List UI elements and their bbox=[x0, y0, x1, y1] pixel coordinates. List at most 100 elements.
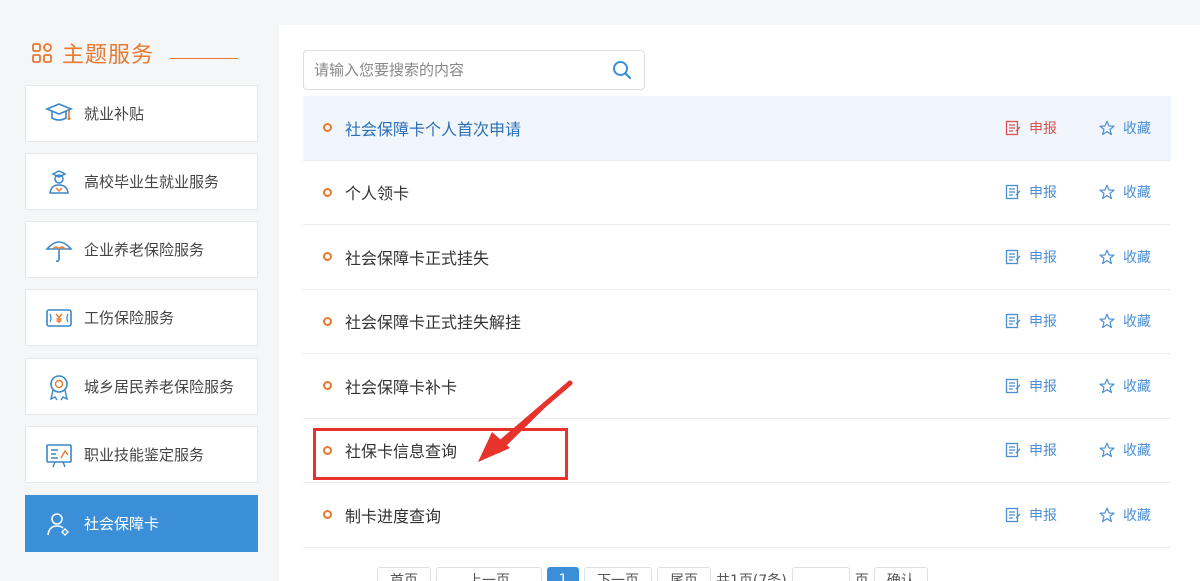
favorite-button[interactable]: 收藏 bbox=[1099, 376, 1151, 396]
favorite-button[interactable]: 收藏 bbox=[1099, 118, 1151, 138]
list-item: 社会保障卡个人首次申请 申报 收藏 bbox=[303, 96, 1171, 161]
sidebar-title-text: 主题服务 bbox=[62, 43, 155, 68]
graduate-person-icon bbox=[44, 167, 74, 197]
list-item: 社会保障卡正式挂失 申报 收藏 bbox=[303, 225, 1171, 290]
sidebar-item-label: 职业技能鉴定服务 bbox=[84, 446, 205, 464]
sidebar-item-label: 就业补贴 bbox=[84, 105, 145, 123]
star-icon bbox=[1099, 249, 1115, 264]
star-icon bbox=[1099, 120, 1115, 135]
report-button[interactable]: 申报 bbox=[1005, 440, 1057, 460]
sidebar-item-employment-subsidy[interactable]: 就业补贴 bbox=[25, 85, 258, 142]
goto-page-input[interactable] bbox=[791, 567, 850, 581]
list-item: 社会保障卡正式挂失解挂 申报 收藏 bbox=[303, 290, 1171, 354]
form-icon bbox=[1005, 314, 1021, 329]
form-icon bbox=[1005, 249, 1021, 264]
graduation-cap-icon bbox=[44, 99, 74, 129]
total-count: 共1页(7条) bbox=[716, 573, 787, 581]
sidebar-item-social-security-card[interactable]: 社会保障卡 bbox=[25, 495, 258, 552]
title-underline bbox=[170, 58, 238, 59]
favorite-button[interactable]: 收藏 bbox=[1099, 440, 1151, 460]
report-label: 申报 bbox=[1029, 249, 1057, 266]
bullet-dot bbox=[323, 316, 332, 326]
star-icon bbox=[1099, 184, 1115, 200]
report-button[interactable]: 申报 bbox=[1005, 376, 1057, 396]
goto-page-unit: 页 bbox=[854, 573, 869, 581]
favorite-label: 收藏 bbox=[1123, 378, 1151, 395]
service-name-link[interactable]: 社会保障卡正式挂失 bbox=[345, 245, 489, 269]
grid-apps-icon bbox=[32, 43, 52, 63]
report-button[interactable]: 申报 bbox=[1005, 247, 1057, 267]
service-name-link[interactable]: 社会保障卡补卡 bbox=[345, 374, 457, 398]
medal-icon bbox=[44, 372, 74, 402]
money-card-icon bbox=[44, 303, 74, 333]
favorite-button[interactable]: 收藏 bbox=[1099, 247, 1151, 267]
bullet-dot bbox=[323, 381, 332, 391]
form-icon bbox=[1005, 378, 1021, 393]
report-button[interactable]: 申报 bbox=[1005, 182, 1057, 202]
sidebar-item-label: 城乡居民养老保险服务 bbox=[84, 378, 235, 396]
star-icon bbox=[1099, 507, 1115, 522]
search-input[interactable] bbox=[304, 51, 600, 89]
form-icon bbox=[1005, 443, 1021, 458]
favorite-label: 收藏 bbox=[1123, 314, 1151, 331]
pagination: 首页 上一页 1 下一页 尾页 共1页(7条) 页 确认 bbox=[377, 567, 928, 581]
sidebar-item-work-injury[interactable]: 工伤保险服务 bbox=[25, 289, 258, 346]
list-item: 社会保障卡补卡 申报 收藏 bbox=[303, 354, 1171, 419]
bullet-dot bbox=[323, 510, 332, 520]
sidebar-item-enterprise-pension[interactable]: 企业养老保险服务 bbox=[25, 221, 258, 278]
report-label: 申报 bbox=[1029, 314, 1057, 331]
service-name-link[interactable]: 制卡进度查询 bbox=[345, 503, 441, 527]
sidebar: 主题服务 就业补贴 高校毕业生就业服务 企业养老保险服务 工伤保险服务 城乡居民… bbox=[0, 0, 270, 581]
favorite-button[interactable]: 收藏 bbox=[1099, 505, 1151, 525]
service-name-link[interactable]: 个人领卡 bbox=[345, 180, 409, 204]
service-name-link[interactable]: 社会保障卡个人首次申请 bbox=[345, 116, 521, 140]
report-label: 申报 bbox=[1029, 443, 1057, 460]
current-page-button[interactable]: 1 bbox=[547, 567, 579, 581]
favorite-label: 收藏 bbox=[1123, 185, 1151, 202]
goto-confirm-button[interactable]: 确认 bbox=[873, 567, 928, 581]
next-page-button[interactable]: 下一页 bbox=[584, 567, 652, 581]
last-page-button[interactable]: 尾页 bbox=[657, 567, 711, 581]
easel-board-icon bbox=[44, 440, 74, 470]
form-icon bbox=[1005, 120, 1021, 135]
list-item: 制卡进度查询 申报 收藏 bbox=[303, 483, 1171, 548]
report-label: 申报 bbox=[1029, 378, 1057, 395]
report-label: 申报 bbox=[1029, 185, 1057, 202]
search-box bbox=[303, 50, 645, 90]
bullet-dot bbox=[323, 123, 332, 133]
favorite-label: 收藏 bbox=[1123, 120, 1151, 137]
sidebar-item-label: 工伤保险服务 bbox=[84, 309, 175, 327]
sidebar-item-residents-pension[interactable]: 城乡居民养老保险服务 bbox=[25, 358, 258, 415]
form-icon bbox=[1005, 507, 1021, 522]
favorite-button[interactable]: 收藏 bbox=[1099, 182, 1151, 202]
bullet-dot bbox=[323, 187, 332, 197]
list-item: 个人领卡 申报 收藏 bbox=[303, 161, 1171, 225]
sidebar-item-label: 高校毕业生就业服务 bbox=[84, 173, 220, 191]
favorite-label: 收藏 bbox=[1123, 443, 1151, 460]
sidebar-item-label: 社会保障卡 bbox=[84, 515, 160, 533]
star-icon bbox=[1099, 313, 1115, 329]
first-page-button[interactable]: 首页 bbox=[377, 567, 431, 581]
page: 主题服务 就业补贴 高校毕业生就业服务 企业养老保险服务 工伤保险服务 城乡居民… bbox=[0, 0, 1200, 581]
user-card-icon bbox=[44, 509, 74, 539]
service-name-link[interactable]: 社会保障卡正式挂失解挂 bbox=[345, 309, 521, 333]
report-label: 申报 bbox=[1029, 507, 1057, 524]
form-icon bbox=[1005, 185, 1021, 200]
service-name-link[interactable]: 社保卡信息查询 bbox=[345, 438, 457, 462]
favorite-label: 收藏 bbox=[1123, 249, 1151, 266]
sidebar-item-skill-appraisal[interactable]: 职业技能鉴定服务 bbox=[25, 426, 258, 483]
search-button[interactable] bbox=[600, 51, 644, 89]
report-button[interactable]: 申报 bbox=[1005, 118, 1057, 138]
service-list: 社会保障卡个人首次申请 申报 收藏 个人领卡 申报 收藏 社会保障卡正式挂失 申… bbox=[303, 96, 1171, 548]
report-button[interactable]: 申报 bbox=[1005, 311, 1057, 331]
bullet-dot bbox=[323, 445, 332, 455]
report-button[interactable]: 申报 bbox=[1005, 505, 1057, 525]
sidebar-item-graduate-employment[interactable]: 高校毕业生就业服务 bbox=[25, 153, 258, 210]
bullet-dot bbox=[323, 252, 332, 262]
sidebar-title: 主题服务 bbox=[32, 38, 238, 68]
report-label: 申报 bbox=[1029, 120, 1057, 137]
favorite-button[interactable]: 收藏 bbox=[1099, 311, 1151, 331]
prev-page-button[interactable]: 上一页 bbox=[436, 567, 542, 581]
sidebar-item-label: 企业养老保险服务 bbox=[84, 241, 205, 259]
favorite-label: 收藏 bbox=[1123, 507, 1151, 524]
